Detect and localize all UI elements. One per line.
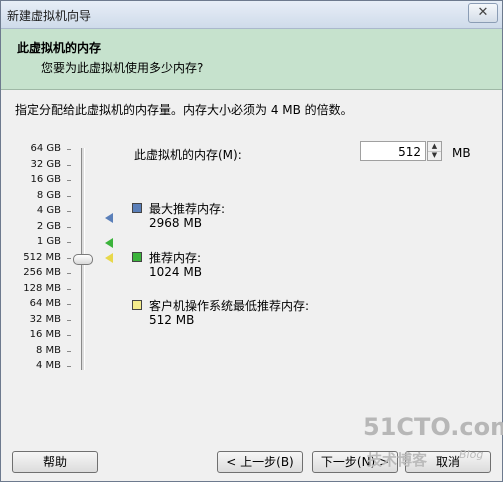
spin-down-button[interactable]: ▼: [428, 151, 441, 160]
scale-tick: [67, 165, 71, 166]
scale-tick: [67, 258, 71, 259]
memory-unit: MB: [452, 146, 471, 160]
scale-tick: [67, 211, 71, 212]
scale-label: 8 MB: [35, 344, 61, 356]
close-button[interactable]: ✕: [468, 3, 498, 23]
guest-min-swatch-icon: [132, 300, 142, 310]
max-recommended-title: 最大推荐内存:: [149, 202, 226, 216]
scale-tick: [67, 320, 71, 321]
recommended-marker-icon: [105, 238, 113, 248]
scale-tick: [67, 366, 71, 367]
scale-label: 8 GB: [36, 189, 61, 201]
page-title: 此虚拟机的内存: [17, 41, 102, 55]
recommended-value: 1024 MB: [149, 265, 202, 279]
scale-label: 64 MB: [29, 298, 61, 309]
scale-label: 256 MB: [23, 267, 61, 278]
max-recommended-marker-icon: [105, 213, 113, 223]
scale-tick: [67, 196, 71, 197]
scale-label: 16 MB: [29, 329, 61, 340]
scale-label: 4 MB: [35, 360, 61, 371]
scale-label: 128 MB: [23, 282, 61, 294]
instruction-text: 指定分配给此虚拟机的内存量。内存大小必须为 4 MB 的倍数。: [15, 103, 353, 117]
wizard-header: 此虚拟机的内存 您要为此虚拟机使用多少内存?: [1, 29, 502, 90]
title-bar: 新建虚拟机向导 ✕: [1, 1, 502, 29]
guest-min-title: 客户机操作系统最低推荐内存:: [149, 299, 310, 313]
scale-tick: [67, 149, 71, 150]
scale-label: 64 GB: [30, 143, 61, 154]
scale-tick: [67, 227, 71, 228]
memory-label: 此虚拟机的内存(M):: [134, 148, 242, 162]
guest-min-marker-icon: [105, 253, 113, 263]
window-title: 新建虚拟机向导: [7, 9, 92, 23]
max-recommended-value: 2968 MB: [149, 216, 202, 230]
scale-label: 1 GB: [36, 236, 61, 247]
help-button[interactable]: 帮助: [12, 451, 98, 473]
watermark-subtext: 技术博客: [367, 451, 428, 469]
max-recommended-swatch-icon: [132, 203, 142, 213]
watermark-text: 51CTO.com: [363, 413, 503, 441]
watermark-blog: Blog: [459, 448, 484, 461]
scale-label: 32 MB: [29, 313, 61, 325]
scale-tick: [67, 242, 71, 243]
guest-min-value: 512 MB: [149, 313, 195, 327]
scale-label: 32 GB: [30, 158, 61, 170]
scale-label: 4 GB: [36, 205, 61, 216]
page-subtitle: 您要为此虚拟机使用多少内存?: [41, 61, 204, 75]
scale-label: 512 MB: [23, 251, 61, 263]
memory-slider-thumb[interactable]: [73, 254, 93, 265]
wizard-window: 新建虚拟机向导 ✕ 此虚拟机的内存 您要为此虚拟机使用多少内存? 指定分配给此虚…: [0, 0, 503, 482]
scale-tick: [67, 273, 71, 274]
memory-input[interactable]: 512: [360, 141, 426, 161]
scale-tick: [67, 304, 71, 305]
scale-label: 16 GB: [30, 174, 61, 185]
scale-label: 2 GB: [36, 220, 61, 232]
scale-tick: [67, 289, 71, 290]
scale-tick: [67, 335, 71, 336]
recommended-swatch-icon: [132, 252, 142, 262]
back-button[interactable]: < 上一步(B): [217, 451, 303, 473]
recommended-title: 推荐内存:: [149, 251, 202, 265]
scale-tick: [67, 180, 71, 181]
scale-tick: [67, 351, 71, 352]
memory-spinner: ▲ ▼: [427, 141, 442, 161]
